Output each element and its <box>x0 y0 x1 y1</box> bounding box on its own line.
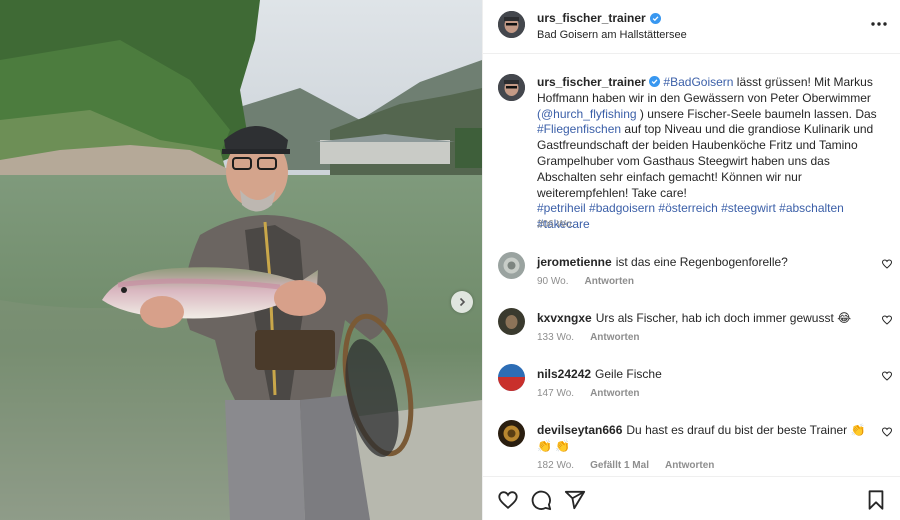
commenter-avatar[interactable] <box>498 364 525 391</box>
heart-icon[interactable] <box>881 370 893 382</box>
comment-likes[interactable]: Gefällt 1 Mal <box>590 460 649 471</box>
comment-time[interactable]: 182 Wo. <box>537 460 574 471</box>
comment-item: devilseytan666 Du hast es drauf du bist d… <box>483 420 900 471</box>
chevron-right-icon <box>459 297 466 307</box>
verified-badge-icon <box>649 12 661 24</box>
avatar[interactable] <box>498 11 525 38</box>
mention-link[interactable]: (@hurch_flyfishing <box>537 107 637 121</box>
avatar-image <box>498 74 525 101</box>
avatar-image <box>498 308 525 335</box>
comment-meta: 182 Wo. Gefällt 1 Mal Antworten <box>537 460 714 471</box>
caption-avatar[interactable] <box>498 74 525 101</box>
post-caption: urs_fischer_trainer #BadGoisern lässt gr… <box>537 75 877 233</box>
next-photo-button[interactable] <box>451 291 473 313</box>
comment-username[interactable]: devilseytan666 <box>537 423 622 437</box>
comment-item: jerometienne ist das eine Regenbogenforel… <box>483 252 900 302</box>
heart-icon[interactable] <box>881 426 893 438</box>
comment-text: kxvxngxe Urs als Fischer, hab ich doch im… <box>537 310 867 326</box>
comment-meta: 133 Wo. Antworten <box>537 332 640 343</box>
avatar-image <box>498 420 525 447</box>
comment-time[interactable]: 133 Wo. <box>537 332 574 343</box>
heart-icon[interactable] <box>497 489 519 511</box>
post-location[interactable]: Bad Goisern am Hallstättersee <box>537 29 687 41</box>
hashtag-link[interactable]: #Fliegenfischen <box>537 122 621 136</box>
comment-text: jerometienne ist das eine Regenbogenforel… <box>537 254 867 270</box>
hashtag-list[interactable]: #petriheil #badgoisern #österreich #stee… <box>537 201 844 231</box>
caption-username[interactable]: urs_fischer_trainer <box>537 75 646 89</box>
bookmark-icon[interactable] <box>865 489 887 511</box>
avatar-image <box>498 364 525 391</box>
avatar-image <box>498 11 525 38</box>
comment-time[interactable]: 147 Wo. <box>537 388 574 399</box>
post-username[interactable]: urs_fischer_trainer <box>537 11 661 25</box>
comment-username[interactable]: jerometienne <box>537 255 612 269</box>
fishing-photo <box>0 0 482 520</box>
reply-button[interactable]: Antworten <box>590 332 639 343</box>
comment-time[interactable]: 90 Wo. <box>537 276 569 287</box>
reply-button[interactable]: Antworten <box>590 388 639 399</box>
verified-badge-icon <box>649 76 661 87</box>
username-text[interactable]: urs_fischer_trainer <box>537 11 646 25</box>
comment-body: Geile Fische <box>595 367 662 381</box>
comment-text: devilseytan666 Du hast es drauf du bist d… <box>537 422 867 454</box>
comment-meta: 147 Wo. Antworten <box>537 388 640 399</box>
commenter-avatar[interactable] <box>498 252 525 279</box>
comment-username[interactable]: nils24242 <box>537 367 591 381</box>
comment-body: Urs als Fischer, hab ich doch immer gewu… <box>595 311 852 325</box>
post-header: urs_fischer_trainer Bad Goisern am Halls… <box>483 0 900 54</box>
comment-meta: 90 Wo. Antworten <box>537 276 634 287</box>
comment-icon[interactable] <box>530 489 552 511</box>
post-panel: urs_fischer_trainer Bad Goisern am Halls… <box>482 0 900 520</box>
caption-text: ) unsere Fischer-Seele baumeln lassen. D… <box>636 106 877 121</box>
hashtag-link[interactable]: #BadGoisern <box>663 75 733 89</box>
commenter-avatar[interactable] <box>498 308 525 335</box>
avatar-image <box>498 252 525 279</box>
action-bar <box>483 476 900 520</box>
paper-plane-icon[interactable] <box>564 489 586 511</box>
post-dialog: urs_fischer_trainer Bad Goisern am Halls… <box>0 0 900 520</box>
comment-item: kxvxngxe Urs als Fischer, hab ich doch im… <box>483 308 900 358</box>
post-photo[interactable] <box>0 0 482 520</box>
heart-icon[interactable] <box>881 258 893 270</box>
more-options-icon[interactable] <box>869 14 889 34</box>
commenter-avatar[interactable] <box>498 420 525 447</box>
caption-timestamp[interactable]: 206 Wo. <box>537 219 574 230</box>
reply-button[interactable]: Antworten <box>585 276 634 287</box>
comment-text: nils24242 Geile Fische <box>537 366 867 382</box>
comment-body: ist das eine Regenbogenforelle? <box>615 255 788 269</box>
heart-icon[interactable] <box>881 314 893 326</box>
comment-username[interactable]: kxvxngxe <box>537 311 592 325</box>
comment-item: nils24242 Geile Fische 147 Wo. Antworten <box>483 364 900 414</box>
reply-button[interactable]: Antworten <box>665 460 714 471</box>
